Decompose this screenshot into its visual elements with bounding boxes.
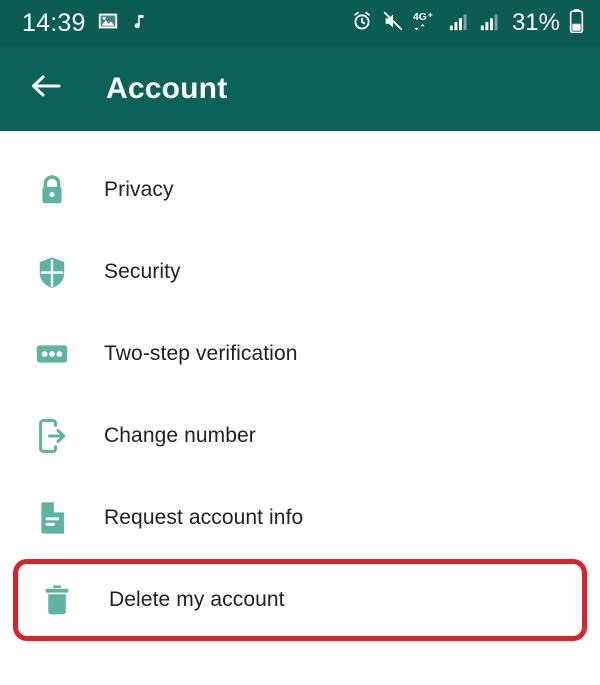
svg-text:+: + <box>428 9 433 19</box>
app-bar: Account <box>0 46 600 131</box>
svg-text:4G: 4G <box>413 12 427 23</box>
music-note-icon <box>130 10 148 37</box>
document-icon <box>36 501 68 535</box>
alarm-icon <box>351 10 373 37</box>
phone-exit-arrow-icon <box>36 419 68 453</box>
trash-icon <box>41 583 73 617</box>
shield-icon <box>36 255 68 289</box>
mobile-data-4g-plus-icon: 4G + <box>413 9 439 38</box>
page-title: Account <box>106 71 228 105</box>
battery-icon <box>569 8 584 38</box>
mute-icon <box>382 10 404 37</box>
settings-item-delete-my-account[interactable]: Delete my account <box>13 559 587 641</box>
status-bar-clock: 14:39 <box>22 8 86 37</box>
settings-item-label: Change number <box>104 424 256 447</box>
settings-item-privacy[interactable]: Privacy <box>0 149 600 231</box>
settings-item-label: Delete my account <box>109 588 285 611</box>
settings-item-request-account-info[interactable]: Request account info <box>0 477 600 559</box>
status-bar: 14:39 4G + 31% <box>0 0 600 46</box>
settings-item-label: Security <box>104 260 181 283</box>
settings-item-two-step-verification[interactable]: Two-step verification <box>0 313 600 395</box>
image-icon <box>97 10 119 37</box>
settings-list: Privacy Security Two-step verification C… <box>0 131 600 685</box>
status-bar-left: 14:39 <box>22 10 148 37</box>
settings-item-label: Request account info <box>104 506 304 529</box>
settings-item-label: Two-step verification <box>104 342 298 365</box>
password-dots-icon <box>36 337 68 371</box>
settings-item-label: Privacy <box>104 178 174 201</box>
battery-percent-label: 31% <box>511 9 560 36</box>
arrow-left-icon <box>29 71 63 106</box>
phone-screen: 14:39 4G + 31% Account Privacy Security … <box>0 0 600 685</box>
signal-bars-sim1-icon <box>448 10 470 37</box>
signal-bars-sim2-icon <box>479 10 501 37</box>
settings-item-change-number[interactable]: Change number <box>0 395 600 477</box>
status-bar-right: 4G + 31% <box>351 8 584 38</box>
lock-icon <box>36 173 68 207</box>
settings-item-security[interactable]: Security <box>0 231 600 313</box>
back-button[interactable] <box>24 67 68 111</box>
